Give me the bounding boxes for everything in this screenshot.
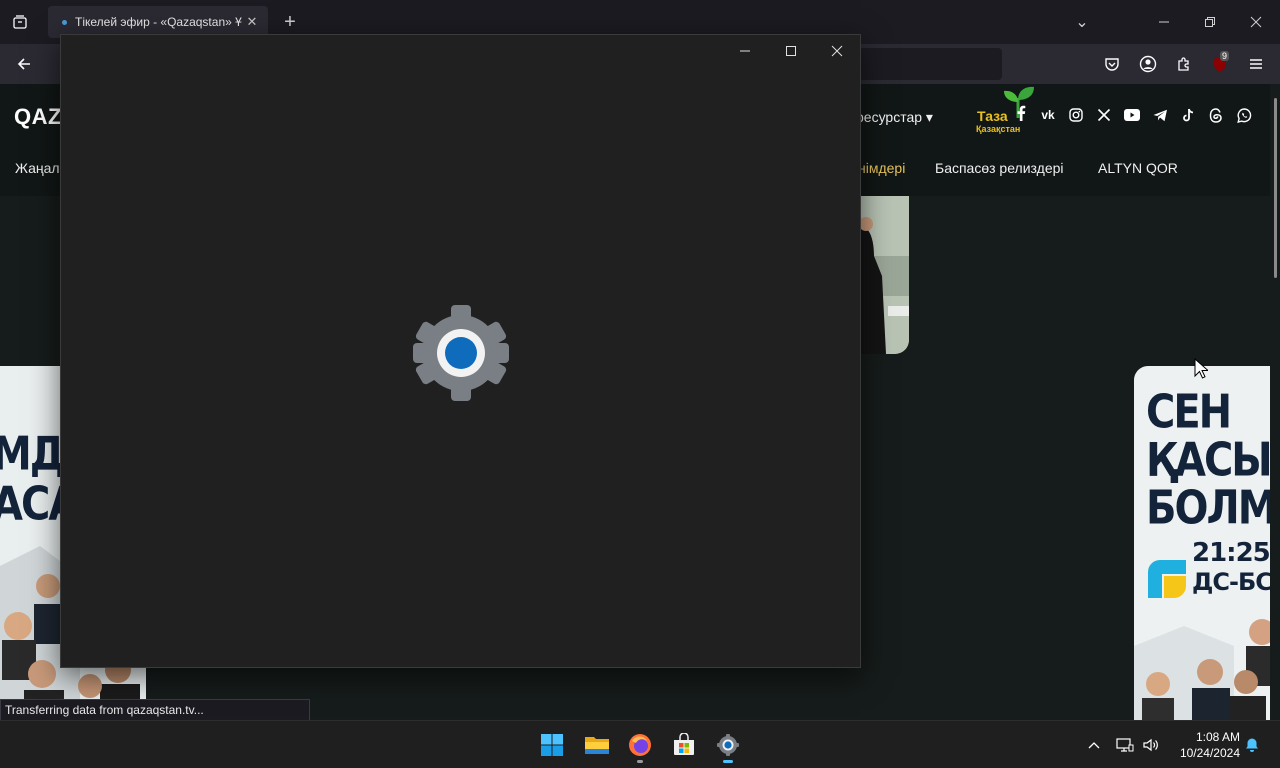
menu-hamburger-icon[interactable] (1240, 48, 1272, 80)
browser-restore-button[interactable] (1192, 8, 1228, 36)
clock-time: 1:08 AM (1195, 730, 1240, 744)
browser-close-button[interactable] (1238, 8, 1274, 36)
network-icon[interactable] (1113, 733, 1137, 757)
browser-status-bar: Transferring data from qazaqstan.tv... (0, 699, 310, 721)
nav-item-products[interactable]: німдері (858, 160, 905, 176)
browser-minimize-button[interactable] (1146, 8, 1182, 36)
settings-minimize-button[interactable] (722, 35, 768, 67)
nav-item-press-releases[interactable]: Баспасөз релиздері (935, 160, 1064, 176)
instagram-icon[interactable] (1067, 106, 1085, 124)
mouse-cursor-icon (1194, 358, 1208, 379)
microsoft-store-button[interactable] (664, 725, 704, 765)
resources-menu[interactable]: ресурстар ▾ (856, 109, 933, 126)
firefox-view-icon[interactable] (4, 6, 36, 38)
settings-icon (717, 734, 739, 756)
x-icon[interactable] (1095, 106, 1113, 124)
left-banner-line-1: МД (0, 428, 65, 481)
right-promo-banner[interactable]: СЕН ҚАСЫМ БОЛМАС 21:25 ДС-БС (1134, 366, 1270, 720)
microsoft-store-icon (674, 733, 694, 755)
right-banner-cast-photo (1134, 619, 1270, 720)
windows-taskbar: 1:08 AM 10/24/2024 (0, 720, 1280, 768)
settings-gear-icon (411, 303, 511, 403)
settings-close-button[interactable] (814, 35, 860, 67)
back-arrow-icon[interactable] (8, 48, 40, 80)
youtube-icon[interactable] (1123, 106, 1141, 124)
air-time: 21:25 (1192, 538, 1270, 568)
ublock-icon[interactable]: 9 (1204, 48, 1236, 80)
right-banner-line-2: ҚАСЫМ (1146, 434, 1270, 487)
firefox-running-indicator (637, 760, 643, 763)
qazaqstan-channel-logo (1148, 560, 1186, 598)
show-hidden-icons-button[interactable] (1082, 733, 1106, 757)
system-clock[interactable]: 1:08 AM 10/24/2024 (1170, 729, 1240, 761)
pocket-icon[interactable] (1096, 48, 1128, 80)
eco-logo-line1: Таза (977, 108, 1008, 124)
file-explorer-icon (585, 737, 609, 754)
page-scrollbar-thumb[interactable] (1274, 98, 1277, 278)
volume-icon[interactable] (1139, 733, 1163, 757)
settings-taskbar-button[interactable] (708, 725, 748, 765)
tab-title: Тікелей эфир - «Qazaqstan» Ұ (75, 15, 242, 29)
tab-close-icon[interactable]: ✕ (244, 14, 260, 30)
site-logo[interactable]: QAZ (14, 104, 62, 130)
right-banner-line-1: СЕН (1146, 386, 1232, 439)
telegram-icon[interactable] (1151, 106, 1169, 124)
vk-icon[interactable]: vk (1039, 106, 1057, 124)
right-banner-line-3: БОЛМАС (1146, 482, 1270, 535)
start-button[interactable] (532, 725, 572, 765)
firefox-taskbar-button[interactable] (620, 725, 660, 765)
list-all-tabs-button[interactable]: ⌄ (1064, 8, 1100, 36)
air-days: ДС-БС (1192, 568, 1270, 596)
account-icon[interactable] (1132, 48, 1164, 80)
start-icon (541, 734, 563, 756)
nav-item-altyn-qor[interactable]: ALTYN QOR (1098, 160, 1178, 176)
settings-maximize-button[interactable] (768, 35, 814, 67)
threads-icon[interactable] (1207, 106, 1225, 124)
clock-date: 10/24/2024 (1179, 746, 1240, 760)
tab-loading-indicator (62, 19, 67, 25)
url-bar[interactable] (840, 48, 1002, 80)
notification-bell-icon[interactable] (1240, 733, 1264, 757)
extensions-icon[interactable] (1168, 48, 1200, 80)
eco-logo-line2: Қазақстан (976, 124, 1021, 134)
extension-badge: 9 (1220, 51, 1230, 61)
whatsapp-icon[interactable] (1235, 106, 1253, 124)
firefox-icon (629, 734, 651, 756)
nav-item-news[interactable]: Жаңал (15, 160, 60, 176)
settings-active-indicator (723, 760, 733, 763)
settings-app-window[interactable] (60, 34, 861, 668)
facebook-icon[interactable] (1012, 104, 1030, 122)
tiktok-icon[interactable] (1179, 106, 1197, 124)
file-explorer-button[interactable] (577, 725, 617, 765)
featured-photo[interactable] (860, 196, 909, 354)
